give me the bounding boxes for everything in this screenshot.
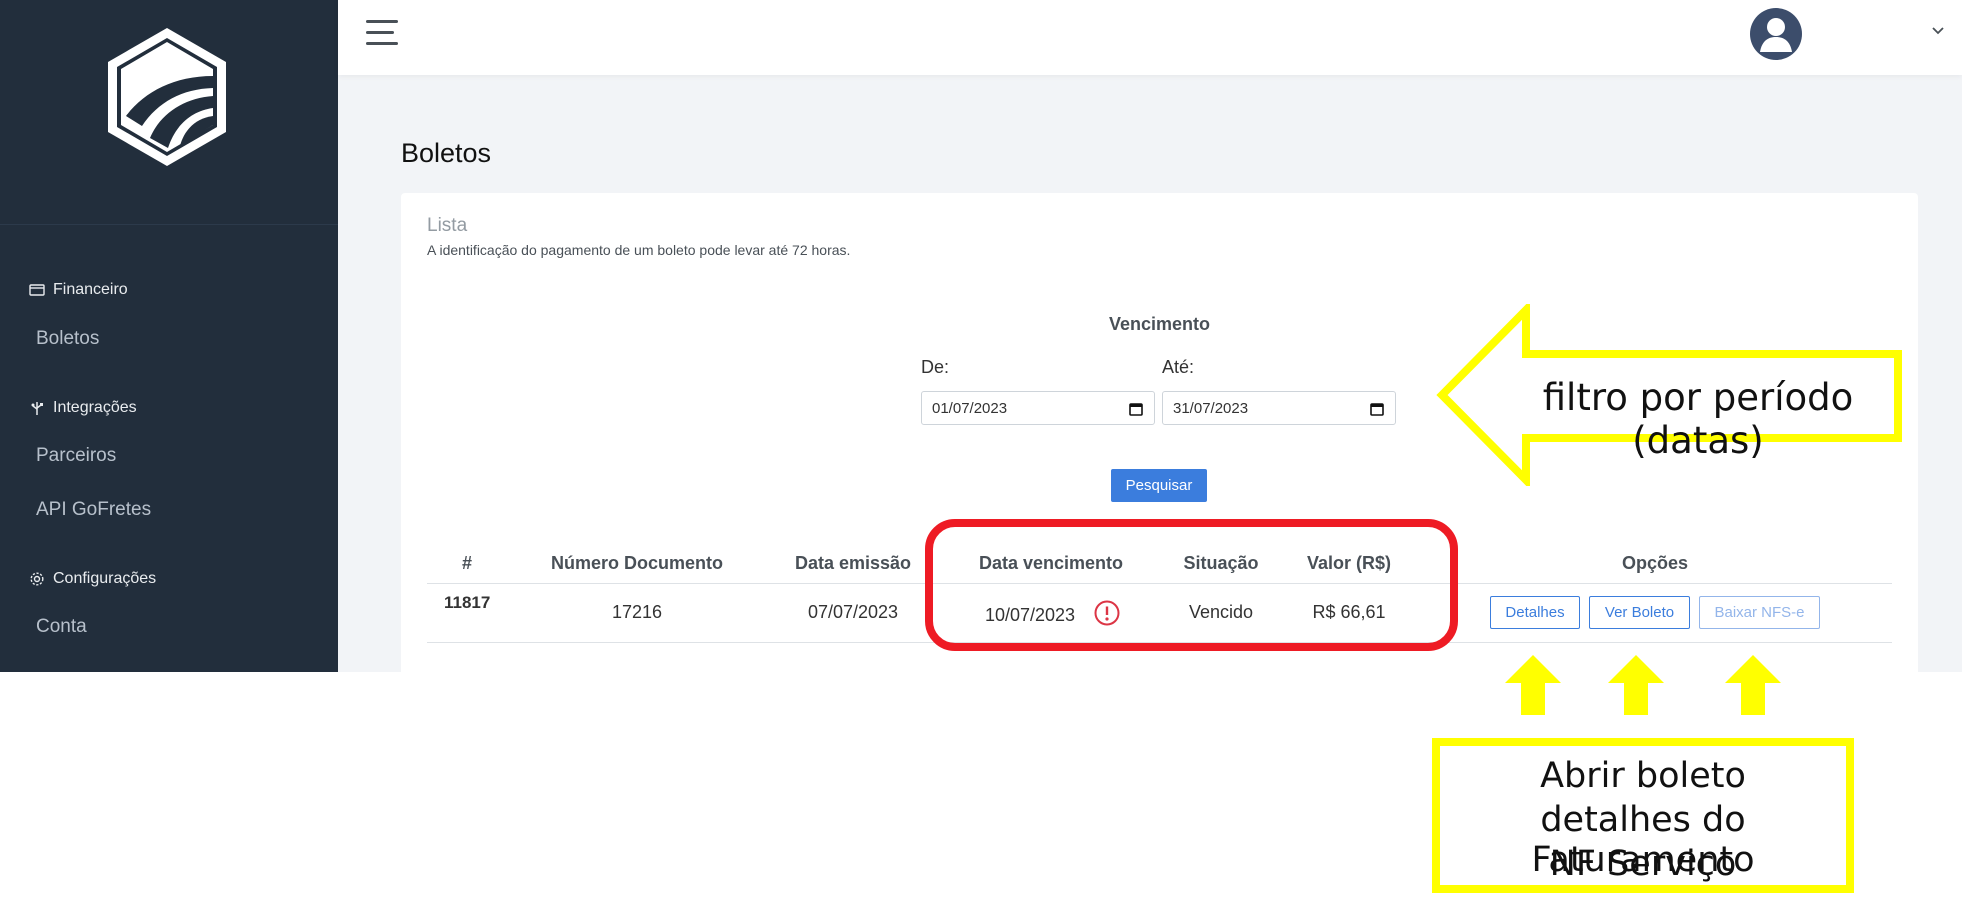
gear-icon xyxy=(30,572,44,586)
from-date-value: 01/07/2023 xyxy=(932,400,1008,417)
arrow-up-icon xyxy=(1505,655,1561,715)
ver-boleto-button[interactable]: Ver Boleto xyxy=(1589,596,1690,629)
sidebar-divider xyxy=(0,224,338,225)
to-date-input[interactable]: 31/07/2023 xyxy=(1162,391,1396,425)
user-avatar[interactable] xyxy=(1750,8,1802,60)
calendar-icon[interactable] xyxy=(1129,402,1143,416)
user-icon xyxy=(1760,18,1792,52)
card-title: Lista xyxy=(427,215,468,236)
col-header-id: # xyxy=(461,553,473,573)
sidebar-header-label: Configurações xyxy=(53,570,157,587)
wallet-icon xyxy=(29,284,45,296)
search-button[interactable]: Pesquisar xyxy=(1111,469,1207,502)
menu-toggle-icon[interactable] xyxy=(366,20,398,46)
sidebar-header-financeiro: Financeiro xyxy=(29,281,128,299)
sidebar-item-api-gofretes[interactable]: API GoFretes xyxy=(36,499,151,521)
sidebar-item-parceiros[interactable]: Parceiros xyxy=(36,445,116,467)
row-data-emissao: 07/07/2023 xyxy=(807,602,899,622)
annotation-line: NF Serviço xyxy=(1549,844,1737,884)
page-title: Boletos xyxy=(401,138,492,168)
row-id: 11817 xyxy=(444,593,491,612)
from-date-label: De: xyxy=(921,357,950,377)
sidebar-header-configuracoes: Configurações xyxy=(29,570,156,588)
annotation-box-yellow: Abrir boleto detalhes do Faturamento NF … xyxy=(1432,738,1854,893)
col-header-opcoes: Opções xyxy=(1621,553,1689,573)
card-subtitle: A identificação do pagamento de um bolet… xyxy=(427,242,851,258)
col-header-numero-documento: Número Documento xyxy=(550,553,724,573)
to-date-label: Até: xyxy=(1162,357,1195,377)
company-logo[interactable] xyxy=(104,26,230,168)
arrow-up-icon xyxy=(1725,655,1781,715)
sidebar-header-label: Integrações xyxy=(53,399,137,416)
arrow-up-icon xyxy=(1608,655,1664,715)
annotation-line: Abrir boleto xyxy=(1540,756,1746,796)
sidebar: Financeiro Boletos Integrações Parceiros… xyxy=(0,0,338,672)
col-header-data-emissao: Data emissão xyxy=(794,553,912,573)
filter-annotation-text: filtro por período (datas) xyxy=(1542,376,1854,462)
detalhes-button[interactable]: Detalhes xyxy=(1490,596,1580,629)
sidebar-item-boletos[interactable]: Boletos xyxy=(36,328,99,350)
usb-icon xyxy=(31,402,43,415)
topbar xyxy=(338,0,1962,75)
calendar-icon[interactable] xyxy=(1370,402,1384,416)
annotation-arrow-left: filtro por período (datas) xyxy=(1436,304,1904,486)
sidebar-header-integracoes: Integrações xyxy=(29,399,137,417)
baixar-nfse-button[interactable]: Baixar NFS-e xyxy=(1699,596,1820,629)
highlight-box-red xyxy=(925,519,1458,651)
from-date-input[interactable]: 01/07/2023 xyxy=(921,391,1155,425)
sidebar-header-label: Financeiro xyxy=(53,281,128,298)
sidebar-item-conta[interactable]: Conta xyxy=(36,616,87,638)
row-numero-documento: 17216 xyxy=(611,602,663,622)
chevron-down-icon[interactable] xyxy=(1932,25,1944,35)
to-date-value: 31/07/2023 xyxy=(1173,400,1249,417)
